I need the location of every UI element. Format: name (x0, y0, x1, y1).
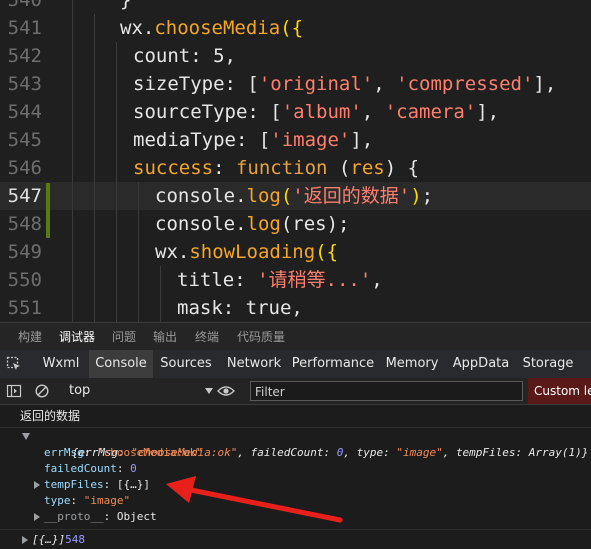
red-annotation-arrow (166, 476, 343, 523)
